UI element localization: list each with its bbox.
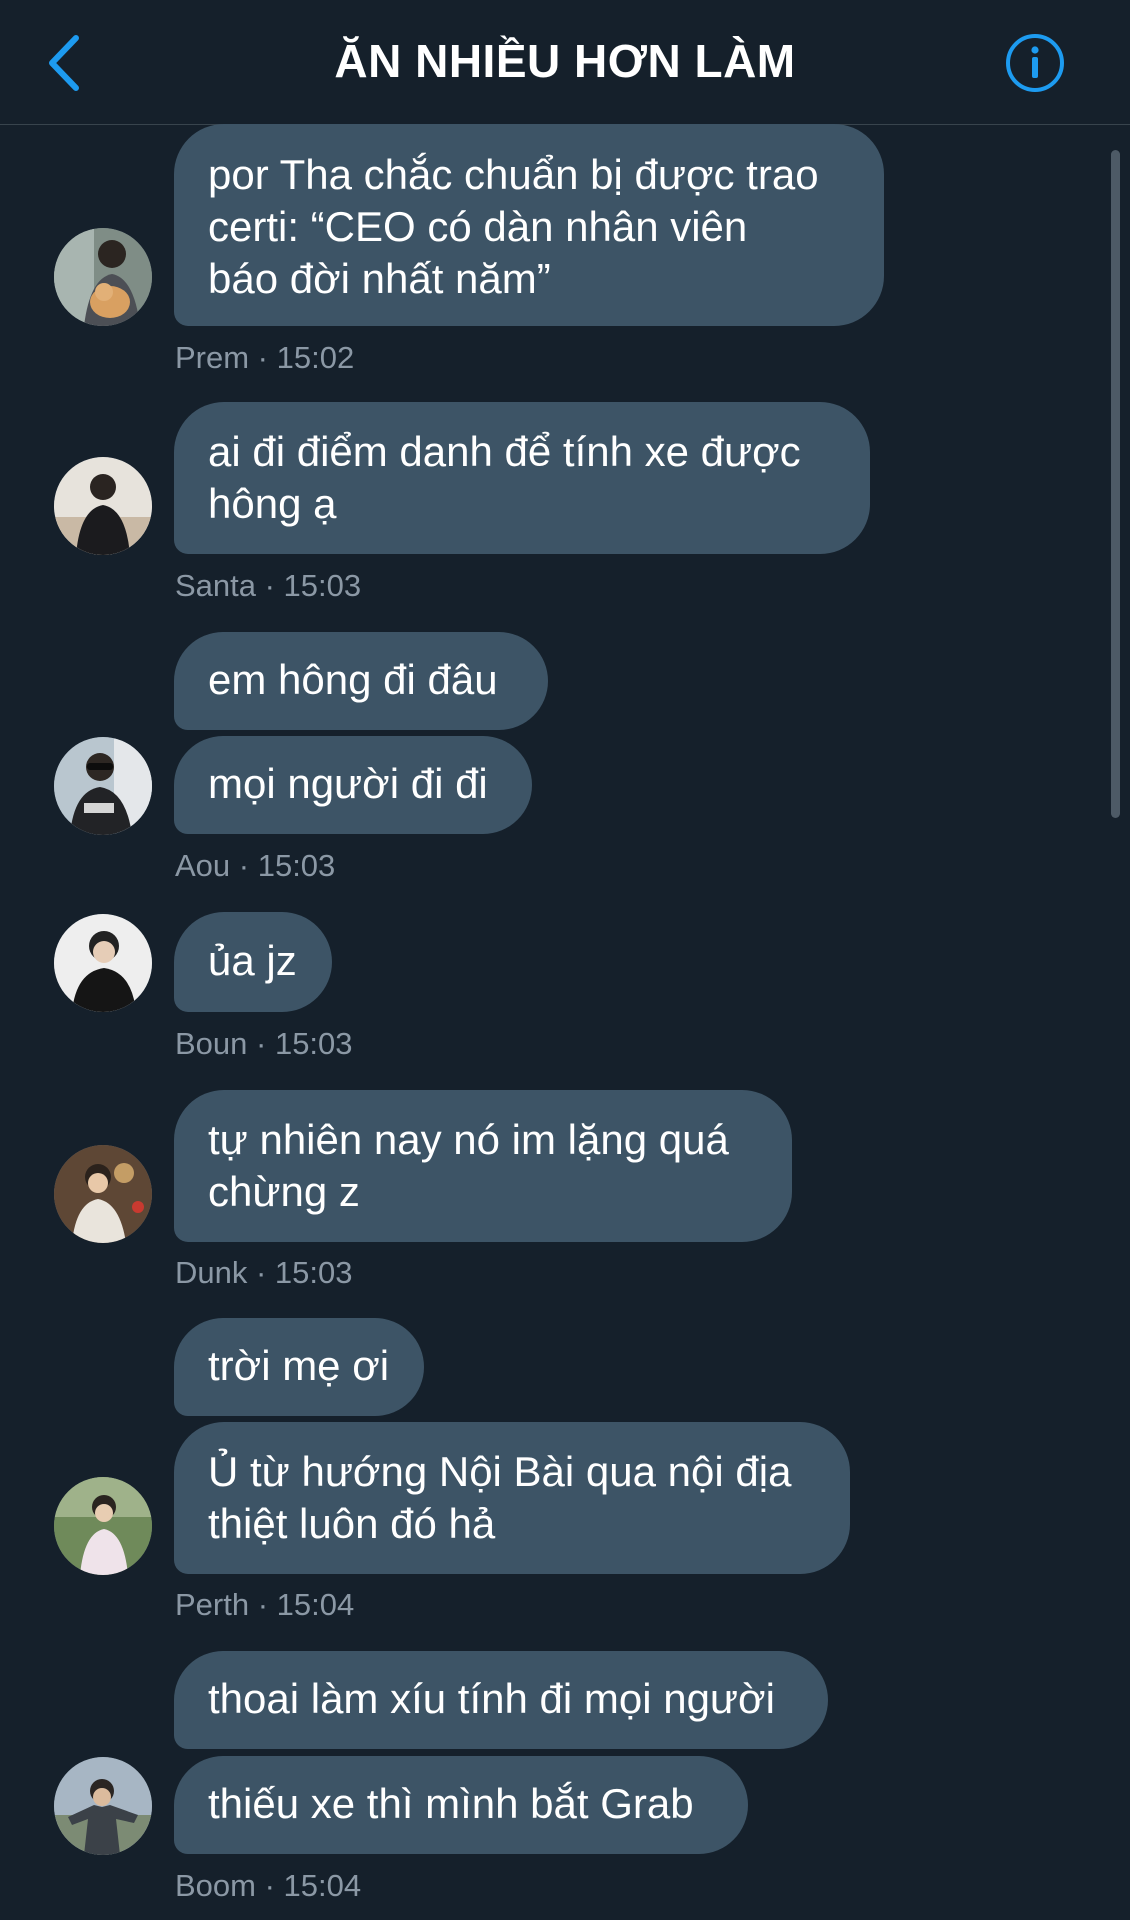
message-bubble[interactable]: por Tha chắc chuẩn bị được trao certi: “… [174, 124, 884, 326]
message-bubble[interactable]: ủa jz [174, 912, 332, 1012]
conversation-header: ĂN NHIỀU HƠN LÀM [0, 0, 1130, 125]
avatar-boom[interactable] [54, 1757, 152, 1855]
avatar-prem[interactable] [54, 228, 152, 326]
message-bubble[interactable]: em hông đi đâu [174, 632, 548, 730]
avatar-perth[interactable] [54, 1477, 152, 1575]
message-meta: Santa · 15:03 [175, 568, 362, 603]
scrollbar[interactable] [1111, 150, 1120, 818]
avatar-boun[interactable] [54, 914, 152, 1012]
message-meta: Boom · 15:04 [175, 1868, 362, 1903]
info-button[interactable] [1004, 32, 1066, 94]
message-meta: Perth · 15:04 [175, 1587, 355, 1622]
message-meta: Dunk · 15:03 [175, 1255, 353, 1290]
avatar-santa[interactable] [54, 457, 152, 555]
message-bubble[interactable]: ai đi điểm danh để tính xe được hông ạ [174, 402, 870, 554]
message-bubble[interactable]: Ủ từ hướng Nội Bài qua nội địa thiệt luô… [174, 1422, 850, 1574]
message-meta: Aou · 15:03 [175, 848, 336, 883]
avatar-dunk[interactable] [54, 1145, 152, 1243]
avatar-aou[interactable] [54, 737, 152, 835]
message-bubble[interactable]: thiếu xe thì mình bắt Grab [174, 1756, 748, 1854]
message-meta: Boun · 15:03 [175, 1026, 353, 1061]
info-icon [1006, 34, 1064, 92]
message-bubble[interactable]: trời mẹ ơi [174, 1318, 424, 1416]
message-bubble[interactable]: thoai làm xíu tính đi mọi người [174, 1651, 828, 1749]
message-bubble[interactable]: tự nhiên nay nó im lặng quá chừng z [174, 1090, 792, 1242]
message-meta: Prem · 15:02 [175, 340, 355, 375]
conversation-title: ĂN NHIỀU HƠN LÀM [334, 35, 796, 87]
message-bubble[interactable]: mọi người đi đi [174, 736, 532, 834]
